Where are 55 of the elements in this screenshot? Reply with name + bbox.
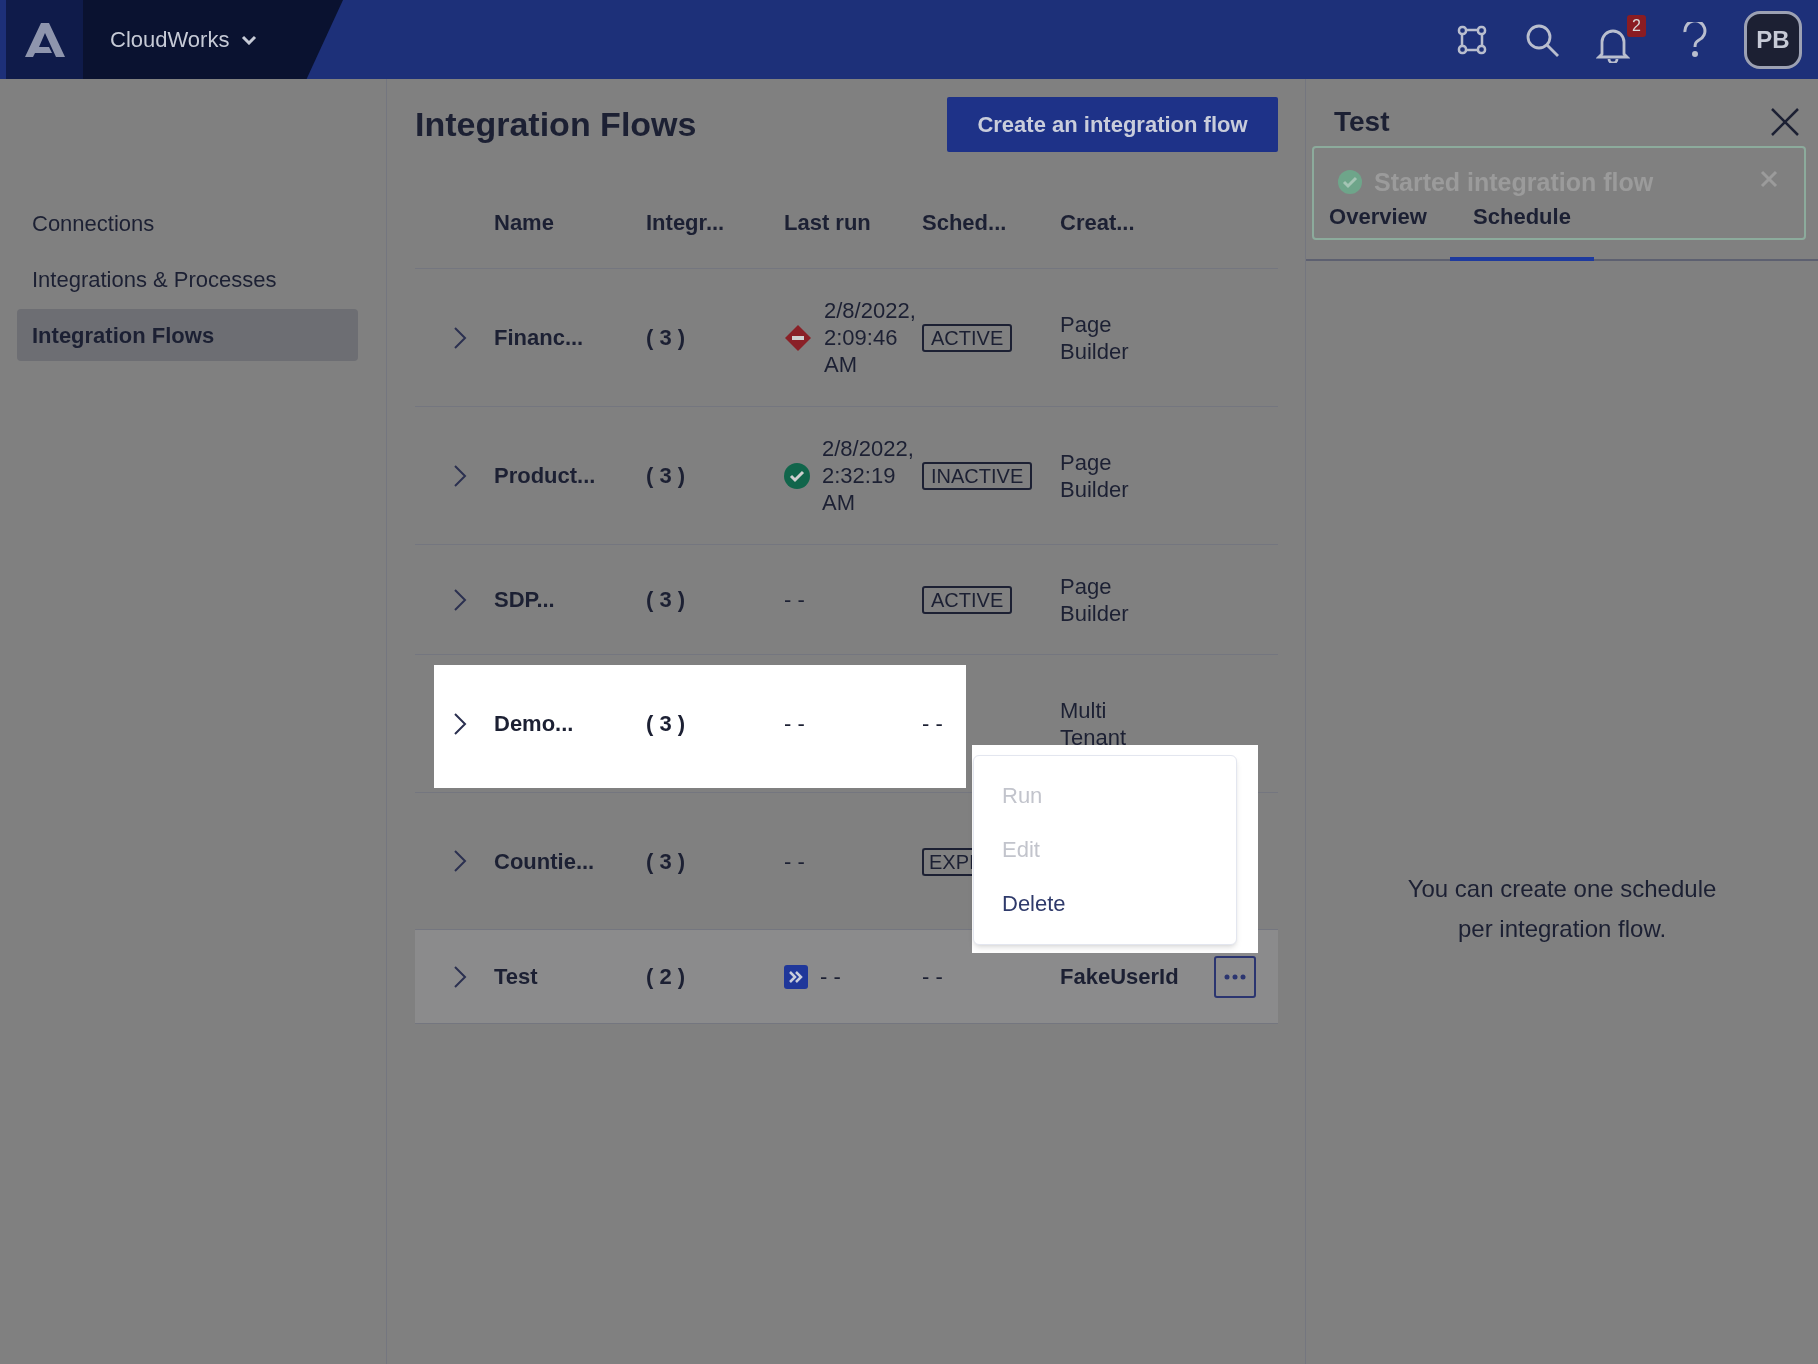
table-cell-text: ( 2 ) xyxy=(646,963,687,991)
flow-name: Countie... xyxy=(494,847,596,876)
table-cell-text: ( 3 ) xyxy=(646,462,687,490)
column-header[interactable]: Last run xyxy=(784,206,922,268)
chevron-down-icon xyxy=(241,34,258,45)
status-badge: INACTIVE xyxy=(922,462,1033,490)
column-header[interactable]: Integr... xyxy=(646,206,784,268)
menu-item[interactable]: Delete xyxy=(974,876,1236,930)
table-cell: - - xyxy=(922,964,943,989)
flow-name: Product... xyxy=(494,462,597,490)
sidebar-item[interactable]: Connections xyxy=(17,197,358,249)
create-flow-button[interactable]: Create an integration flow xyxy=(947,97,1278,152)
table-cell-text: 2/8/2022, 2:09:46 AM xyxy=(824,297,917,378)
column-header[interactable]: Name xyxy=(494,206,646,268)
user-avatar[interactable]: PB xyxy=(1744,10,1802,69)
logo-icon[interactable] xyxy=(24,22,65,57)
table-cell-text: Page Builder xyxy=(1060,310,1130,365)
column-header[interactable]: Creat... xyxy=(1060,206,1278,268)
nodes-icon[interactable] xyxy=(1456,23,1488,56)
flow-name: Financ... xyxy=(494,324,585,352)
more-button[interactable] xyxy=(1214,955,1256,998)
table-cell-text: ( 3 ) xyxy=(646,710,687,738)
status-badge: ACTIVE xyxy=(922,586,1013,614)
page-title: Integration Flows xyxy=(415,104,697,145)
table-cell: - - xyxy=(922,711,943,736)
sidebar-item[interactable]: Integrations & Processes xyxy=(17,253,358,305)
notifications-button[interactable]: 2 xyxy=(1596,14,1646,65)
notification-count: 2 xyxy=(1627,14,1646,37)
flow-name: Demo... xyxy=(494,710,575,738)
table-cell-text: Page Builder xyxy=(1060,572,1130,627)
table-cell: - - xyxy=(784,710,805,737)
table-cell-text: ( 3 ) xyxy=(646,324,687,352)
tab[interactable]: Overview xyxy=(1306,200,1450,261)
flow-name: SDP... xyxy=(494,586,556,614)
table-cell: - - xyxy=(784,847,805,875)
table-cell: FakeUserId xyxy=(1060,963,1179,990)
panel-title: Test xyxy=(1334,105,1390,139)
expand-chevron-icon[interactable] xyxy=(453,711,467,736)
table-cell-text: ( 3 ) xyxy=(646,586,687,614)
table-cell-text: ( 3 ) xyxy=(646,847,687,876)
status-badge: ACTIVE xyxy=(922,324,1013,352)
empty-schedule-message: You can create one schedule per integration flow. xyxy=(1406,874,1718,944)
tab[interactable]: Schedule xyxy=(1450,200,1594,261)
flow-name: Test xyxy=(494,963,539,991)
table-cell-text: Multi Tenant xyxy=(1060,696,1128,751)
column-header[interactable]: Sched... xyxy=(922,206,1060,268)
help-icon[interactable] xyxy=(1682,21,1708,58)
more-icon xyxy=(1224,973,1246,980)
table-cell-text: Page Builder xyxy=(1060,448,1130,503)
table-cell-text: 2/8/2022, 2:32:19 AM xyxy=(822,435,915,516)
table-cell: - - xyxy=(820,963,841,990)
close-icon[interactable] xyxy=(1770,107,1800,137)
sidebar-item[interactable]: Integration Flows xyxy=(17,309,358,361)
check-circle-icon xyxy=(1338,170,1362,194)
table-cell: - - xyxy=(784,586,805,613)
